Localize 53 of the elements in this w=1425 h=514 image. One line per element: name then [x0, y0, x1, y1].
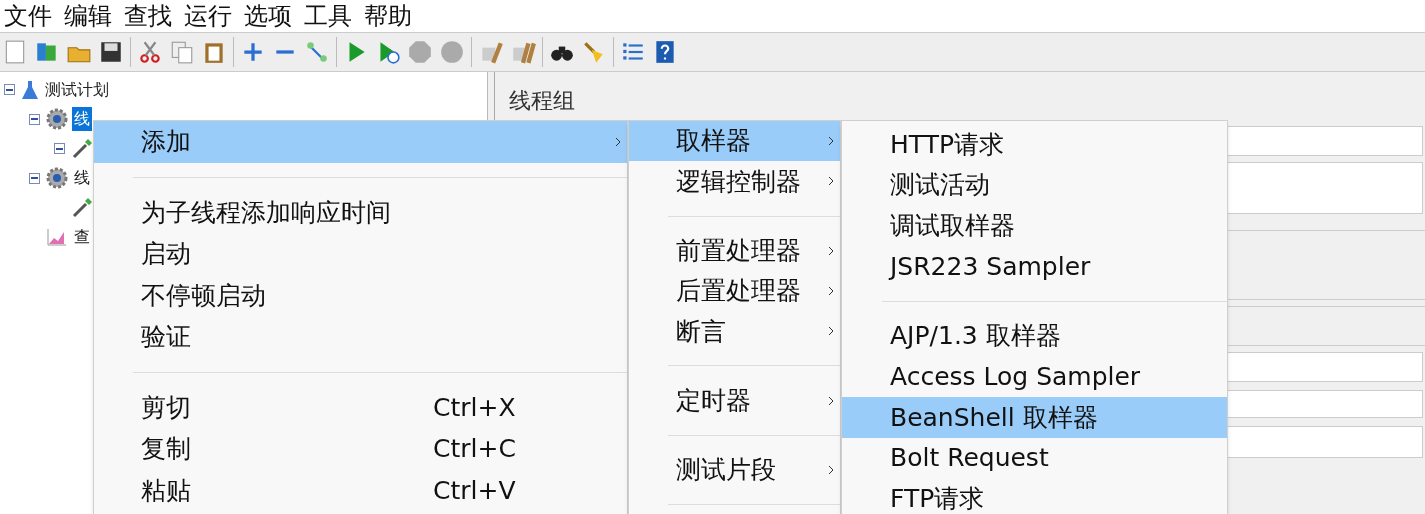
tree-item[interactable]: 线	[72, 107, 92, 132]
menu-item[interactable]: 不停顿启动	[94, 274, 627, 316]
menu-item[interactable]: 启动	[94, 233, 627, 275]
toggle-icon[interactable]	[304, 39, 330, 65]
pipette-icon	[71, 196, 93, 219]
menu-title[interactable]: 选项	[244, 0, 292, 34]
menu-item[interactable]: 测试片段	[629, 449, 840, 490]
menu-title[interactable]: 运行	[184, 0, 232, 34]
menu-item[interactable]: FTP请求	[842, 478, 1227, 514]
menu-item[interactable]: HTTP请求	[842, 124, 1227, 165]
panel-title: 线程组	[508, 87, 576, 115]
menu-item[interactable]: Access Log Sampler	[842, 356, 1227, 397]
menu-title[interactable]: 编辑	[64, 0, 112, 34]
tree-item[interactable]: 测试计划	[43, 77, 111, 102]
menu-item[interactable]: 测试活动	[842, 164, 1227, 206]
menu-item[interactable]: 调试取样器	[842, 205, 1227, 246]
menu-item[interactable]: 取样器	[629, 121, 840, 162]
shortcut-text: Ctrl+V	[433, 474, 516, 507]
pipette-icon	[71, 137, 93, 160]
menu-title[interactable]: 帮助	[364, 0, 412, 34]
chart-icon	[46, 227, 68, 248]
menu-item[interactable]: 前置处理器	[629, 230, 840, 271]
save-icon[interactable]	[98, 39, 124, 65]
menu-item[interactable]: 断言	[629, 311, 840, 352]
collapse-toggle-icon[interactable]	[4, 84, 15, 96]
shortcut-text: Ctrl+X	[433, 391, 516, 424]
tree-item[interactable]: 线	[72, 166, 92, 191]
menu-item[interactable]: AJP/1.3 取样器	[842, 315, 1227, 357]
menu-item[interactable]: 剪切 Ctrl+X	[94, 386, 627, 428]
menu-item[interactable]: JSR223 Sampler	[842, 246, 1227, 287]
menu-title[interactable]: 文件	[4, 0, 52, 34]
collapse-toggle-icon[interactable]	[54, 143, 65, 155]
menu-item[interactable]: 粘贴 Ctrl+V	[94, 469, 627, 511]
menu-item[interactable]: 验证	[94, 316, 627, 358]
collapse-toggle-icon[interactable]	[29, 172, 40, 184]
cut-icon[interactable]	[137, 39, 163, 65]
menu-item[interactable]: 添加	[94, 121, 627, 163]
gear-icon	[46, 167, 68, 190]
flask-icon	[21, 79, 39, 100]
menu-item[interactable]: Bolt Request	[842, 437, 1227, 479]
collapse-toggle-icon[interactable]	[29, 113, 40, 125]
copy-icon[interactable]	[169, 39, 195, 65]
menu-title[interactable]: 工具	[304, 0, 352, 34]
menu-item[interactable]: 定时器	[629, 380, 840, 421]
tree-item[interactable]: 查	[72, 225, 92, 250]
menu-title[interactable]: 查找	[124, 0, 172, 34]
menu-item[interactable]: 复制 Ctrl+C	[94, 428, 627, 470]
menu-item[interactable]: 为子线程添加响应时间	[94, 191, 627, 233]
gear-icon	[46, 108, 68, 131]
menu-item[interactable]: 后置处理器	[629, 270, 840, 312]
menu-item[interactable]: BeanShell 取样器	[842, 397, 1227, 438]
menu-item[interactable]: 逻辑控制器	[629, 161, 840, 202]
shortcut-text: Ctrl+C	[433, 433, 516, 465]
